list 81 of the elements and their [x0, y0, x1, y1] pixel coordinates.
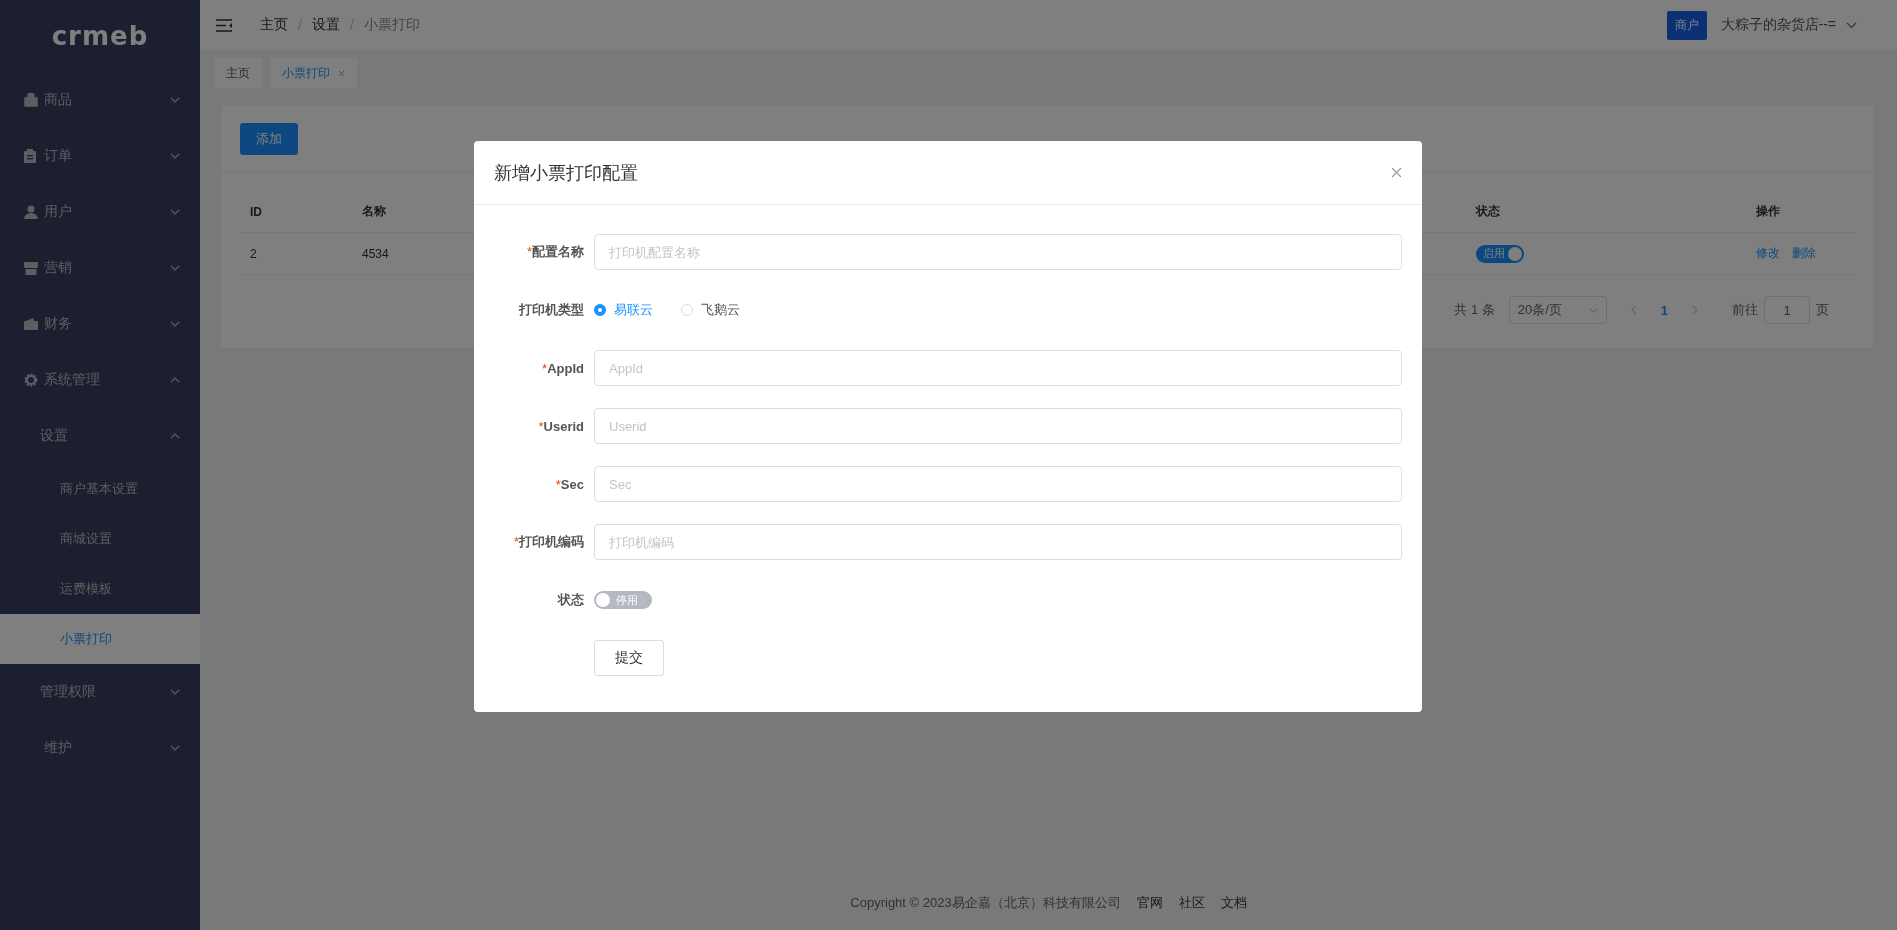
sidebar-item[interactable]: 营销 — [0, 240, 200, 296]
next-page-icon[interactable] — [1692, 305, 1698, 315]
sidebar-item[interactable]: 商品 — [0, 72, 200, 128]
sidebar-item[interactable]: 商城设置 — [0, 514, 200, 564]
page-size-select[interactable]: 20条/页 — [1508, 296, 1607, 324]
close-icon[interactable] — [1391, 167, 1402, 178]
chevron-icon — [170, 689, 180, 695]
breadcrumb-item[interactable]: 设置 — [311, 16, 340, 34]
chevron-icon — [170, 321, 180, 327]
sidebar-item[interactable]: 财务 — [0, 296, 200, 352]
field-label: *Sec — [555, 476, 584, 492]
sidebar-item[interactable]: 设置 — [0, 408, 200, 464]
chevron-icon — [170, 265, 180, 271]
dialog-title: 新增小票打印配置 — [494, 161, 638, 185]
chevron-icon[interactable] — [1846, 21, 1857, 29]
page-tab[interactable]: 小票打印 — [270, 58, 357, 88]
sidebar-item[interactable]: 小票打印 — [0, 614, 200, 664]
submit-button[interactable]: 提交 — [594, 640, 664, 676]
sidebar-item[interactable]: 订单 — [0, 128, 200, 184]
user-icon — [24, 205, 38, 219]
add-button[interactable]: 添加 — [240, 123, 298, 155]
input-field[interactable]: 打印机编码 — [594, 524, 1402, 560]
breadcrumb-separator: / — [349, 17, 354, 33]
field-label: *打印机编码 — [513, 534, 584, 549]
radio-option[interactable]: 易联云 — [594, 301, 653, 319]
logo: crmeb — [50, 20, 150, 53]
field-label: 打印机类型 — [519, 302, 584, 317]
bag-icon — [24, 93, 38, 107]
close-icon[interactable] — [338, 69, 345, 77]
field-label: *配置名称 — [526, 244, 584, 259]
page-suffix: 页 — [1816, 301, 1829, 319]
copyright-text: Copyright © 2023易企嘉（北京）科技有限公司 — [850, 894, 1121, 912]
footer-link[interactable]: 文档 — [1220, 894, 1247, 912]
store-icon — [24, 261, 38, 275]
chevron-icon — [170, 745, 180, 751]
gear-icon — [24, 373, 38, 387]
chevron-icon — [170, 97, 180, 103]
input-field[interactable]: 打印机配置名称 — [594, 234, 1402, 270]
page-number[interactable]: 1 — [1660, 302, 1668, 318]
sidebar-item[interactable]: 商户基本设置 — [0, 464, 200, 514]
footer-link[interactable]: 官网 — [1136, 894, 1163, 912]
field-label: 状态 — [558, 592, 584, 607]
breadcrumb-separator: / — [298, 17, 302, 33]
sidebar-item[interactable]: 维护 — [0, 720, 200, 776]
breadcrumb-item[interactable]: 主页 — [260, 16, 288, 34]
previous-page-icon[interactable] — [1630, 305, 1637, 315]
sidebar-item[interactable]: 运费模板 — [0, 564, 200, 614]
table-cell: 2 — [250, 246, 257, 261]
chevron-icon — [170, 153, 180, 159]
chevron-icon — [1588, 307, 1598, 313]
field-label: *AppId — [542, 360, 584, 376]
chevron-icon — [170, 433, 180, 439]
footer-link[interactable]: 社区 — [1178, 894, 1205, 912]
column-header: 操作 — [1755, 203, 1781, 220]
radio-option[interactable]: 飞鹅云 — [681, 301, 740, 319]
sidebar-item[interactable]: 管理权限 — [0, 664, 200, 720]
role-badge: 商户 — [1666, 10, 1707, 40]
column-header: 状态 — [1474, 203, 1501, 220]
table-cell: 4534 — [362, 246, 389, 261]
goto-label: 前往 — [1732, 301, 1758, 319]
sidebar-item[interactable]: 用户 — [0, 184, 200, 240]
total-count: 共 1 条 — [1454, 301, 1495, 319]
input-field[interactable]: Sec — [594, 466, 1402, 502]
input-field[interactable]: AppId — [594, 350, 1402, 386]
page-tab[interactable]: 主页 — [214, 58, 262, 88]
field-label: *Userid — [538, 418, 584, 434]
column-header: 名称 — [361, 203, 387, 220]
sidebar-item[interactable]: 系统管理 — [0, 352, 200, 408]
chevron-icon — [170, 377, 180, 383]
clipboard-icon — [24, 149, 36, 163]
user-name[interactable]: 大粽子的杂货店--= — [1720, 16, 1836, 34]
status-switch[interactable]: 启用 — [1476, 244, 1524, 263]
menu-icon[interactable] — [216, 18, 232, 32]
status-switch[interactable]: 停用 — [594, 591, 652, 609]
goto-page-input[interactable]: 1 — [1764, 296, 1810, 324]
column-header: ID — [249, 204, 263, 219]
input-field[interactable]: Userid — [594, 408, 1402, 444]
action-link[interactable]: 删除 — [1792, 245, 1816, 262]
wallet-icon — [24, 317, 38, 331]
chevron-icon — [170, 209, 180, 215]
action-link[interactable]: 修改 — [1756, 245, 1780, 262]
